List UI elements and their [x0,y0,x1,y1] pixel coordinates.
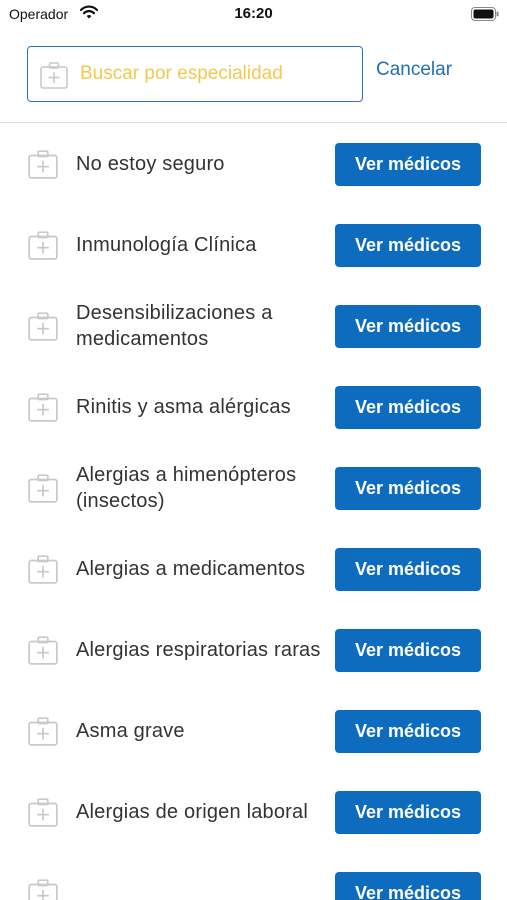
ver-medicos-button[interactable]: Ver médicos [335,466,481,510]
medical-briefcase-icon [27,391,59,428]
specialty-row[interactable]: Alergias a himenópteros (insectos) Ver mé… [0,447,507,528]
medical-briefcase-icon [27,634,59,671]
medical-briefcase-icon [27,877,59,900]
clock: 16:20 [234,5,273,22]
specialty-row[interactable]: Rinitis y asma alérgicas Ver médicos [0,366,507,447]
ver-medicos-button[interactable]: Ver médicos [335,223,481,267]
ver-medicos-button[interactable]: Ver médicos [335,709,481,753]
search-box[interactable] [27,46,363,102]
medical-briefcase-icon [27,229,59,266]
specialty-label: Alergias respiratorias raras [76,638,321,661]
specialty-label: Inmunología Clínica [76,233,257,256]
ver-medicos-button[interactable]: Ver médicos [335,547,481,591]
status-bar: Operador 16:20 [0,0,507,28]
specialty-row[interactable]: Asma grave Ver médicos [0,690,507,771]
ver-medicos-button[interactable]: Ver médicos [335,304,481,348]
ver-medicos-button[interactable]: Ver médicos [335,385,481,429]
specialty-label: Alergias de origen laboral [76,800,309,823]
medical-briefcase-icon [27,148,59,185]
medical-briefcase-icon [27,472,59,509]
specialty-label: Alergias a medicamentos [76,557,306,580]
specialty-row[interactable]: Ver médicos [0,852,507,900]
ver-medicos-button[interactable]: Ver médicos [335,871,481,900]
specialty-row[interactable]: Inmunología Clínica Ver médicos [0,204,507,285]
ver-medicos-button[interactable]: Ver médicos [335,142,481,186]
medical-briefcase-icon [27,310,59,347]
medical-briefcase-icon [39,60,69,95]
medical-briefcase-icon [27,715,59,752]
cancel-button[interactable]: Cancelar [376,59,452,81]
ver-medicos-button[interactable]: Ver médicos [335,628,481,672]
specialty-row[interactable]: Desensibilizaciones a medicamentos Ver mé… [0,285,507,366]
medical-briefcase-icon [27,553,59,590]
search-input[interactable] [80,57,350,91]
ver-medicos-button[interactable]: Ver médicos [335,790,481,834]
medical-briefcase-icon [27,796,59,833]
specialty-label: Asma grave [76,719,185,742]
specialty-row[interactable]: No estoy seguro Ver médicos [0,123,507,204]
specialty-row[interactable]: Alergias respiratorias raras Ver médicos [0,609,507,690]
specialty-label: Desensibilizaciones a medicamentos [76,301,273,350]
specialty-label: Alergias a himenópteros (insectos) [76,463,297,512]
specialty-row[interactable]: Alergias a medicamentos Ver médicos [0,528,507,609]
search-header: Cancelar [0,28,507,123]
battery-icon [471,7,499,26]
specialty-list: No estoy seguro Ver médicos Inmunología Cl… [0,123,507,900]
specialty-label: No estoy seguro [76,152,225,175]
specialty-row[interactable]: Alergias de origen laboral Ver médicos [0,771,507,852]
specialty-label: Rinitis y asma alérgicas [76,395,291,418]
